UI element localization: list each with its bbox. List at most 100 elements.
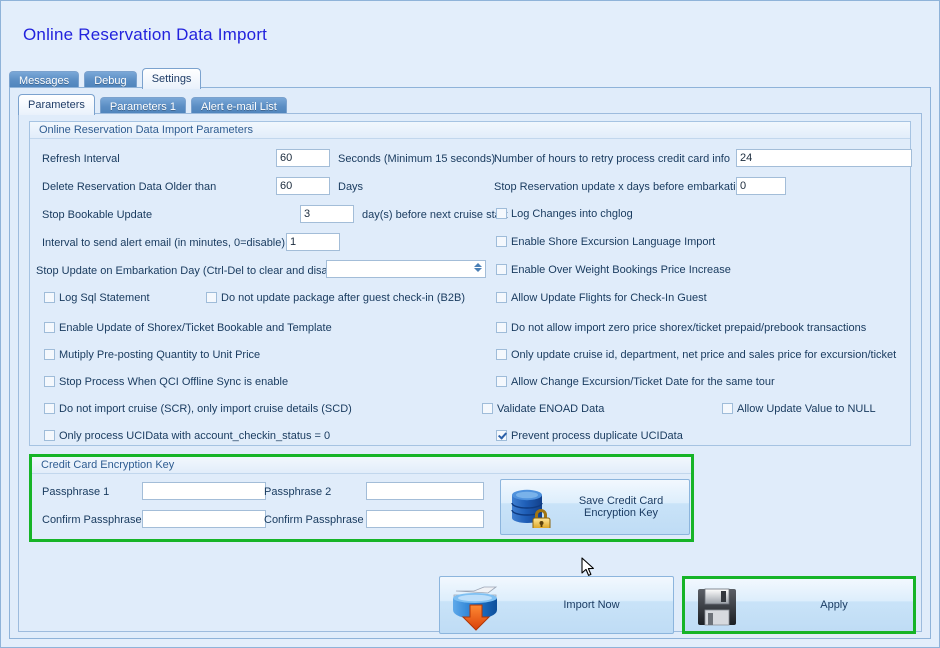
checkbox-validate-enoad-data[interactable]: Validate ENOAD Data: [482, 403, 604, 416]
label-refresh-interval: Refresh Interval: [42, 152, 120, 166]
floppy-save-icon: [697, 588, 737, 626]
chevron-up-icon[interactable]: [474, 263, 482, 267]
stop-reservation-update-days-input[interactable]: [736, 177, 786, 195]
checkbox-label: Validate ENOAD Data: [497, 403, 604, 415]
checkbox-allow-update-flights-for-checkin-guest[interactable]: Allow Update Flights for Check-In Guest: [496, 292, 707, 305]
chevron-down-icon[interactable]: [474, 268, 482, 272]
checkbox-box[interactable]: [496, 322, 507, 333]
tab-settings[interactable]: Settings: [142, 68, 202, 89]
checkbox-label: Enable Update of Shorex/Ticket Bookable …: [59, 322, 332, 334]
checkbox-box[interactable]: [496, 264, 507, 275]
checkbox-label: Mutiply Pre-posting Quantity to Unit Pri…: [59, 349, 260, 361]
refresh-interval-input[interactable]: [276, 149, 330, 167]
checkbox-enable-shore-excursion-language-import[interactable]: Enable Shore Excursion Language Import: [496, 236, 715, 249]
passphrase-1-input[interactable]: [142, 482, 266, 500]
checkbox-stop-process-when-qci-offline-sync-enable[interactable]: Stop Process When QCI Offline Sync is en…: [44, 376, 288, 389]
tab-parameters[interactable]: Parameters: [18, 94, 95, 115]
label-interval-alert-email: Interval to send alert email (in minutes…: [42, 236, 285, 250]
label-passphrase-2: Passphrase 2: [264, 485, 331, 499]
checkbox-box[interactable]: [722, 403, 733, 414]
page-title: Online Reservation Data Import: [23, 25, 267, 45]
checkbox-log-sql-statement[interactable]: Log Sql Statement: [44, 292, 150, 305]
interval-alert-email-input[interactable]: [286, 233, 340, 251]
checkbox-label: Only update cruise id, department, net p…: [511, 349, 896, 361]
checkbox-label: Log Sql Statement: [59, 292, 150, 304]
checkbox-box[interactable]: [496, 349, 507, 360]
checkbox-enable-over-weight-bookings-price-increase[interactable]: Enable Over Weight Bookings Price Increa…: [496, 264, 731, 277]
label-confirm-passphrase-2: Confirm Passphrase 2: [264, 513, 373, 527]
checkbox-only-process-ucidata-account-checkin-status[interactable]: Only process UCIData with account_checki…: [44, 430, 330, 443]
delete-reservation-older-input[interactable]: [276, 177, 330, 195]
checkbox-label: Do not import cruise (SCR), only import …: [59, 403, 352, 415]
suffix-stop-bookable-update: day(s) before next cruise start: [362, 208, 508, 222]
label-stop-update-embarkation-day: Stop Update on Embarkation Day (Ctrl-Del…: [36, 264, 346, 278]
checkbox-do-not-update-package-after-guest-checkin[interactable]: Do not update package after guest check-…: [206, 292, 465, 305]
parameters-groupbox-header: Online Reservation Data Import Parameter…: [30, 122, 910, 139]
credit-card-groupbox-header: Credit Card Encryption Key: [32, 457, 691, 474]
confirm-passphrase-1-input[interactable]: [142, 510, 266, 528]
import-now-button[interactable]: Import Now: [439, 576, 674, 634]
checkbox-box[interactable]: [44, 403, 55, 414]
save-credit-card-encryption-key-button[interactable]: Save Credit Card Encryption Key: [500, 479, 690, 535]
confirm-passphrase-2-input[interactable]: [366, 510, 484, 528]
apply-button[interactable]: Apply: [682, 576, 916, 634]
checkbox-label: Prevent process duplicate UCIData: [511, 430, 683, 442]
checkbox-label: Only process UCIData with account_checki…: [59, 430, 330, 442]
label-delete-reservation-data-older-than: Delete Reservation Data Older than: [42, 180, 216, 194]
label-confirm-passphrase-1: Confirm Passphrase 1: [42, 513, 151, 527]
checkbox-enable-update-shorex-ticket-bookable-template[interactable]: Enable Update of Shorex/Ticket Bookable …: [44, 322, 332, 335]
parameters-panel: Online Reservation Data Import Parameter…: [18, 113, 922, 632]
checkbox-box[interactable]: [482, 403, 493, 414]
checkbox-prevent-process-duplicate-ucidata[interactable]: Prevent process duplicate UCIData: [496, 430, 683, 443]
checkbox-label: Allow Change Excursion/Ticket Date for t…: [511, 376, 775, 388]
checkbox-label: Stop Process When QCI Offline Sync is en…: [59, 376, 288, 388]
database-lock-icon: [509, 488, 555, 528]
label-stop-reservation-update-days: Stop Reservation update x days before em…: [494, 180, 748, 194]
checkbox-box[interactable]: [496, 208, 507, 219]
stepper-arrows[interactable]: [472, 262, 483, 276]
passphrase-2-input[interactable]: [366, 482, 484, 500]
credit-card-encryption-groupbox: Credit Card Encryption Key Passphrase 1 …: [29, 454, 694, 542]
outer-tab-strip: Messages Debug Settings: [9, 68, 931, 87]
checkbox-only-update-cruise-id-department[interactable]: Only update cruise id, department, net p…: [496, 349, 896, 362]
stop-bookable-update-input[interactable]: [300, 205, 354, 223]
label-stop-bookable-update: Stop Bookable Update: [42, 208, 152, 222]
checkbox-box[interactable]: [44, 430, 55, 441]
checkbox-label: Enable Over Weight Bookings Price Increa…: [511, 264, 731, 276]
checkbox-multiply-prepost-quantity-to-unit-price[interactable]: Mutiply Pre-posting Quantity to Unit Pri…: [44, 349, 260, 362]
checkbox-box[interactable]: [496, 430, 507, 441]
checkbox-label: Do not allow import zero price shorex/ti…: [511, 322, 866, 334]
checkbox-label: Allow Update Flights for Check-In Guest: [511, 292, 707, 304]
checkbox-label: Do not update package after guest check-…: [221, 292, 465, 304]
label-passphrase-1: Passphrase 1: [42, 485, 109, 499]
checkbox-box[interactable]: [206, 292, 217, 303]
import-box-icon: [450, 583, 502, 631]
checkbox-log-changes-into-chglog[interactable]: Log Changes into chglog: [496, 208, 633, 221]
checkbox-box[interactable]: [496, 292, 507, 303]
checkbox-label: Allow Update Value to NULL: [737, 403, 876, 415]
checkbox-box[interactable]: [44, 349, 55, 360]
checkbox-box[interactable]: [44, 376, 55, 387]
application-window: Online Reservation Data Import Messages …: [0, 0, 940, 648]
checkbox-label: Enable Shore Excursion Language Import: [511, 236, 715, 248]
suffix-refresh-interval: Seconds (Minimum 15 seconds): [338, 152, 495, 166]
save-credit-card-button-label: Save Credit Card Encryption Key: [559, 495, 683, 519]
hours-retry-credit-card-input[interactable]: [736, 149, 912, 167]
parameters-groupbox: Online Reservation Data Import Parameter…: [29, 121, 911, 446]
apply-button-label: Apply: [755, 599, 913, 611]
checkbox-label: Log Changes into chglog: [511, 208, 633, 220]
label-hours-retry-credit-card: Number of hours to retry process credit …: [494, 152, 730, 166]
import-now-button-label: Import Now: [510, 599, 673, 611]
checkbox-box[interactable]: [44, 322, 55, 333]
checkbox-box[interactable]: [496, 236, 507, 247]
checkbox-box[interactable]: [44, 292, 55, 303]
checkbox-allow-update-value-to-null[interactable]: Allow Update Value to NULL: [722, 403, 876, 416]
stop-update-embarkation-day-stepper[interactable]: [326, 260, 486, 278]
settings-panel: Parameters Parameters 1 Alert e-mail Lis…: [9, 87, 931, 639]
checkbox-box[interactable]: [496, 376, 507, 387]
inner-tab-strip: Parameters Parameters 1 Alert e-mail Lis…: [18, 94, 922, 113]
suffix-delete-reservation: Days: [338, 180, 363, 194]
checkbox-allow-change-excursion-ticket-date[interactable]: Allow Change Excursion/Ticket Date for t…: [496, 376, 775, 389]
checkbox-do-not-allow-import-zero-price[interactable]: Do not allow import zero price shorex/ti…: [496, 322, 866, 335]
checkbox-do-not-import-cruise-scr[interactable]: Do not import cruise (SCR), only import …: [44, 403, 352, 416]
